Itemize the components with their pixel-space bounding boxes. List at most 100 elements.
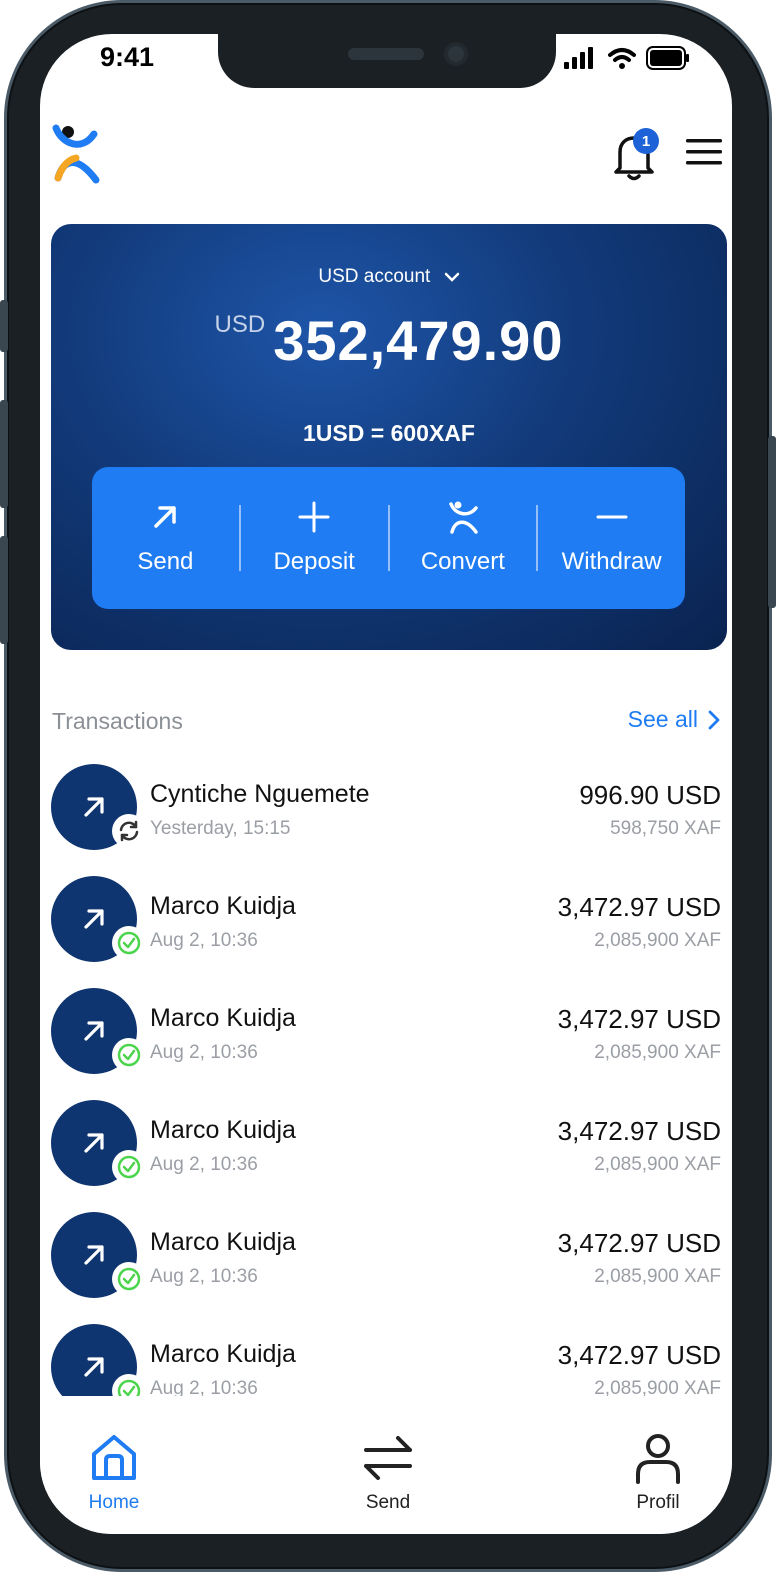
transaction-converted-amount: 2,085,900 XAF [594,1154,721,1175]
battery-icon [646,46,689,70]
transaction-converted-amount: 598,750 XAF [610,818,721,839]
nav-profile[interactable]: Profil [632,1432,684,1514]
action-bar: Send Deposit Convert Withdraw [92,467,685,609]
account-selector[interactable]: USD account [51,266,727,288]
mute-switch [0,300,8,352]
transaction-name: Marco Kuidja [150,892,296,920]
nav-profile-label: Profil [636,1492,680,1513]
minus-icon [596,515,628,519]
transaction-date: Aug 2, 10:36 [150,1042,258,1063]
transaction-date: Aug 2, 10:36 [150,1266,258,1287]
check-circle-icon [117,1155,141,1179]
balance-amount: 352,479.90 [273,309,564,372]
check-circle-icon [117,1267,141,1291]
volume-down-button [0,536,8,644]
transaction-status-badge [112,1150,146,1184]
transaction-status-badge [112,1038,146,1072]
transaction-converted-amount: 2,085,900 XAF [594,1266,721,1287]
transaction-row[interactable]: Marco Kuidja Aug 2, 10:36 3,472.97 USD 2,08… [40,1212,732,1324]
nav-send[interactable]: Send [362,1432,414,1514]
signal-icon [564,47,593,69]
home-icon [92,1435,136,1480]
see-all-link[interactable]: See all [628,706,720,733]
deposit-label: Deposit [273,548,355,575]
camera [444,42,468,66]
arrow-up-right-icon [154,506,177,528]
nav-send-label: Send [365,1492,411,1513]
deposit-button[interactable]: Deposit [241,467,388,609]
bottom-nav: Home Send Profil [40,1396,732,1534]
app-logo-icon[interactable] [48,122,102,186]
hamburger-menu-icon[interactable] [686,138,722,166]
sync-icon [119,820,139,842]
transaction-name: Marco Kuidja [150,1340,296,1368]
arrow-up-right-icon [84,1133,104,1153]
balance-card: USD account USD 352,479.90 1USD = 600XAF … [51,224,727,650]
transaction-name: Marco Kuidja [150,1228,296,1256]
withdraw-label: Withdraw [561,548,662,575]
transaction-date: Aug 2, 10:36 [150,1154,258,1175]
transaction-amount: 3,472.97 USD [557,1004,721,1034]
exchange-rate: 1USD = 600XAF [303,420,475,446]
chevron-down-icon [444,266,460,288]
see-all-label: See all [627,706,698,732]
check-circle-icon [117,1043,141,1067]
chevron-right-icon [708,710,720,729]
transaction-status-badge [112,814,146,848]
transaction-row[interactable]: Marco Kuidja Aug 2, 10:36 3,472.97 USD 2,08… [40,988,732,1100]
balance-currency: USD [214,311,266,338]
transaction-amount: 996.90 USD [579,780,721,810]
notch [218,34,556,88]
wifi-icon [608,48,636,69]
transaction-avatar [51,988,146,1074]
transaction-date: Aug 2, 10:36 [150,930,258,951]
transaction-amount: 3,472.97 USD [557,1340,721,1370]
transaction-list: Cyntiche Nguemete Yesterday, 15:15 996.90 … [40,764,732,1436]
balance-display: USD 352,479.90 [51,308,727,373]
transaction-status-badge [112,1262,146,1296]
status-time: 9:41 [100,42,155,72]
notification-badge: 1 [633,128,659,154]
transaction-date: Yesterday, 15:15 [150,818,291,839]
arrow-up-right-icon [84,1021,104,1041]
power-button [768,436,776,608]
convert-logo-icon [449,501,478,534]
send-button[interactable]: Send [92,467,239,609]
transaction-name: Marco Kuidja [150,1004,296,1032]
arrow-up-right-icon [84,1357,104,1377]
plus-icon [298,501,330,533]
transaction-name: Cyntiche Nguemete [150,780,370,808]
transaction-name: Marco Kuidja [150,1116,296,1144]
transaction-amount: 3,472.97 USD [557,1228,721,1258]
transactions-heading: Transactions [52,708,183,734]
volume-up-button [0,400,8,508]
nav-home[interactable]: Home [88,1432,140,1514]
transaction-row[interactable]: Cyntiche Nguemete Yesterday, 15:15 996.90 … [40,764,732,876]
transaction-avatar [51,1100,146,1186]
account-label: USD account [318,266,431,287]
transaction-row[interactable]: Marco Kuidja Aug 2, 10:36 3,472.97 USD 2,08… [40,876,732,988]
transaction-avatar [51,764,146,850]
speaker [348,48,424,60]
convert-button[interactable]: Convert [390,467,537,609]
arrow-up-right-icon [84,797,104,817]
transfer-arrows-icon [364,1436,412,1480]
user-icon [636,1434,680,1484]
check-circle-icon [117,931,141,955]
transaction-converted-amount: 2,085,900 XAF [594,930,721,951]
transaction-avatar [51,876,146,962]
transaction-amount: 3,472.97 USD [557,892,721,922]
convert-label: Convert [420,548,505,575]
transaction-status-badge [112,926,146,960]
arrow-up-right-icon [84,1245,104,1265]
nav-home-label: Home [88,1492,140,1513]
send-label: Send [137,548,194,575]
transaction-amount: 3,472.97 USD [557,1116,721,1146]
status-icons [564,46,690,70]
app-screen: 9:41 1 USD account USD 352,479.90 1USD =… [40,34,732,1534]
arrow-up-right-icon [84,909,104,929]
transaction-avatar [51,1212,146,1298]
withdraw-button[interactable]: Withdraw [538,467,685,609]
transaction-row[interactable]: Marco Kuidja Aug 2, 10:36 3,472.97 USD 2,08… [40,1100,732,1212]
transaction-converted-amount: 2,085,900 XAF [594,1042,721,1063]
